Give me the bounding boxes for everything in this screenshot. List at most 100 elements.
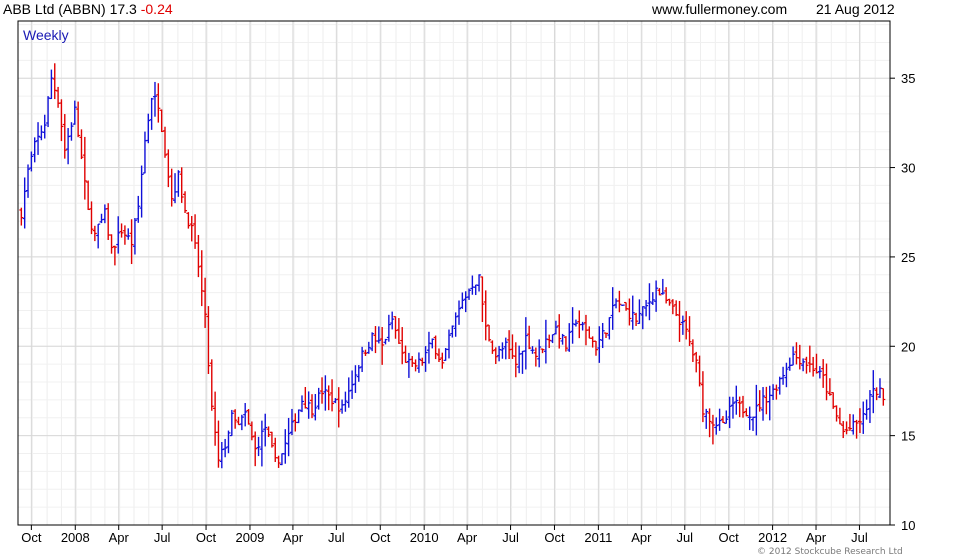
ohlc-bar	[99, 213, 104, 224]
ohlc-bar	[219, 441, 224, 469]
ohlc-bar	[771, 384, 776, 401]
ohlc-bar	[460, 292, 465, 309]
ohlc-bar	[303, 387, 308, 409]
ohlc-bar	[366, 341, 371, 354]
ohlc-bar	[700, 371, 705, 423]
ohlc-bar	[426, 331, 431, 364]
y-tick-label: 25	[901, 250, 915, 265]
ohlc-bar	[183, 191, 188, 214]
ohlc-bar	[313, 394, 318, 421]
ohlc-bar	[647, 283, 652, 321]
y-tick-label: 35	[901, 71, 915, 86]
x-tick-label: Apr	[283, 530, 304, 545]
ohlc-bar	[136, 195, 141, 223]
x-tick-label: Apr	[457, 530, 478, 545]
ohlc-bar	[614, 298, 619, 309]
ohlc-bar	[500, 342, 505, 359]
ohlc-bar	[847, 413, 852, 431]
ohlc-bar	[19, 207, 24, 226]
ohlc-bar	[263, 413, 268, 447]
ohlc-bar	[373, 326, 378, 354]
price-chart: 10 15 20 25 30 35 Oct 2008 Apr Jul Oct 2009 Apr Jul Oc…	[17, 20, 915, 557]
ohlc-bar	[794, 342, 799, 365]
ohlc-bar	[306, 391, 311, 419]
ohlc-bar	[390, 311, 395, 330]
ohlc-bar	[82, 136, 87, 200]
ohlc-bar	[804, 356, 809, 374]
ohlc-bar	[774, 384, 779, 400]
ohlc-bar	[834, 405, 839, 422]
ohlc-bar	[674, 300, 679, 317]
ohlc-bar	[286, 417, 291, 457]
ohlc-bar	[857, 408, 862, 434]
x-tick-label: Oct	[370, 530, 391, 545]
ohlc-bar	[353, 365, 358, 393]
ohlc-bar	[340, 399, 345, 414]
y-tick-label: 30	[901, 161, 915, 176]
ohlc-bar	[126, 228, 131, 240]
ohlc-bar	[637, 299, 642, 325]
ohlc-bar	[156, 83, 161, 123]
ohlc-bar	[710, 414, 715, 445]
ohlc-bar	[276, 455, 281, 468]
ohlc-bar	[89, 201, 94, 235]
ohlc-bar	[517, 345, 522, 374]
ohlc-bar	[146, 113, 151, 144]
y-tick-label: 10	[901, 518, 915, 533]
ohlc-bar	[664, 287, 669, 304]
ohlc-bar	[26, 164, 31, 198]
ohlc-bar	[720, 416, 725, 424]
ohlc-bar	[109, 234, 114, 254]
ohlc-bar	[52, 63, 57, 100]
ohlc-bar	[751, 416, 756, 431]
ohlc-bar	[617, 290, 622, 313]
ohlc-bar	[253, 431, 258, 467]
x-tick-label: Jul	[154, 530, 171, 545]
ohlc-bar	[687, 316, 692, 346]
ohlc-bar	[557, 314, 562, 349]
ohlc-bar	[112, 245, 117, 266]
ohlc-bar	[821, 359, 826, 388]
ohlc-bar	[96, 223, 101, 249]
period-label: Weekly	[23, 27, 69, 43]
ohlc-bar	[777, 376, 782, 395]
ohlc-bar	[807, 345, 812, 373]
ohlc-bar	[410, 356, 415, 367]
ohlc-bar	[497, 345, 502, 362]
ohlc-bar	[483, 290, 488, 341]
ohlc-bar	[767, 385, 772, 421]
ohlc-bar	[49, 69, 54, 100]
x-tick-label: 2008	[61, 530, 90, 545]
x-tick-label: Apr	[806, 530, 827, 545]
ohlc-bar	[283, 429, 288, 464]
ohlc-bar	[416, 352, 421, 373]
ohlc-bar	[550, 334, 555, 344]
ohlc-bar	[229, 409, 234, 437]
ohlc-bar	[513, 342, 518, 378]
x-tick-label: Jul	[851, 530, 868, 545]
ohlc-bar	[216, 420, 221, 468]
ohlc-bar	[403, 345, 408, 364]
ohlc-bar	[326, 385, 331, 411]
x-tick-label: 2010	[410, 530, 439, 545]
ohlc-bar	[881, 387, 886, 406]
gridlines	[18, 21, 891, 526]
ohlc-bar	[690, 339, 695, 363]
ohlc-bar	[754, 384, 759, 436]
ohlc-bar	[239, 414, 244, 431]
x-tick-label: Oct	[544, 530, 565, 545]
ohlc-bar	[680, 315, 685, 335]
ohlc-bar	[199, 250, 204, 307]
ohlc-bar	[86, 180, 91, 211]
ohlc-bar	[473, 284, 478, 296]
ohlc-bar	[667, 298, 672, 306]
ohlc-bar	[811, 356, 816, 377]
ohlc-bar	[102, 204, 107, 224]
ohlc-bar	[343, 391, 348, 412]
ohlc-bar	[487, 324, 492, 342]
ohlc-bar	[122, 225, 127, 245]
ohlc-bar	[196, 234, 201, 278]
ohlc-bar	[563, 336, 568, 352]
ohlc-bar	[747, 406, 752, 431]
x-tick-label: Oct	[196, 530, 217, 545]
